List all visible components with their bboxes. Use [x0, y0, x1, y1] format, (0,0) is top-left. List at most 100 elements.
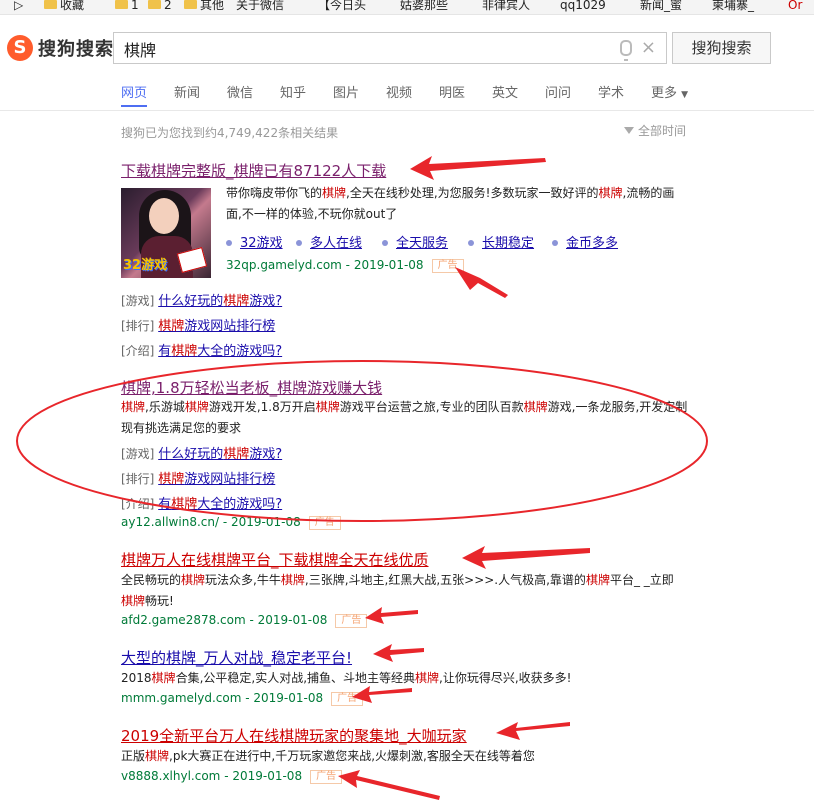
- bookmark-or[interactable]: Or: [788, 0, 802, 11]
- keyword-highlight: 棋牌: [151, 671, 176, 685]
- result-count: 搜狗已为您找到约4,749,422条相关结果: [121, 126, 339, 140]
- folder-icon: [184, 0, 197, 9]
- keyword-highlight: 棋牌: [171, 344, 198, 359]
- annotation-arrow: [410, 156, 546, 180]
- search-input[interactable]: [122, 33, 616, 65]
- sublink[interactable]: 什么好玩的棋牌游戏?: [158, 447, 282, 462]
- result-title[interactable]: 棋牌,1.8万轻松当老板_棋牌游戏赚大钱: [121, 377, 382, 398]
- annotation-arrow: [373, 644, 424, 662]
- annotation-arrow: [338, 770, 440, 800]
- sublink[interactable]: 什么好玩的棋牌游戏?: [158, 294, 282, 309]
- result-sublink: [排行] 棋牌游戏网站排行榜: [121, 319, 276, 334]
- bullet-icon: [382, 240, 388, 246]
- result-sublink: [游戏] 什么好玩的棋牌游戏?: [121, 447, 283, 462]
- bookmark-other[interactable]: 其他: [184, 0, 224, 11]
- caret-down-icon: ▼: [681, 90, 689, 100]
- sogou-logo[interactable]: S 搜狗搜索: [7, 35, 114, 61]
- search-button[interactable]: 搜狗搜索: [672, 32, 771, 64]
- keyword-highlight: 棋牌: [181, 573, 206, 587]
- result-sublink: [排行] 棋牌游戏网站排行榜: [121, 472, 276, 487]
- result-tag-link[interactable]: 32游戏: [226, 232, 283, 251]
- result-sublink: [游戏] 什么好玩的棋牌游戏?: [121, 294, 283, 309]
- tab-news[interactable]: 新闻: [174, 82, 200, 101]
- bookmark-1[interactable]: 1: [115, 0, 139, 11]
- bookmark-real-people[interactable]: 非律宾人: [482, 0, 530, 11]
- sublink[interactable]: 棋牌游戏网站排行榜: [158, 472, 275, 487]
- result-title[interactable]: 大型的棋牌_万人对战_稳定老平台!: [121, 647, 352, 668]
- tab-images[interactable]: 图片: [333, 82, 359, 101]
- keyword-highlight: 棋牌: [121, 594, 146, 608]
- sogou-logo-icon: S: [7, 35, 33, 61]
- bullet-icon: [468, 240, 474, 246]
- bookmark-cambodia[interactable]: 柬埔寨_: [712, 0, 754, 11]
- result-url[interactable]: afd2.game2878.com - 2019-01-08 广告: [121, 613, 368, 628]
- header-divider: [0, 110, 814, 111]
- ad-badge: 广告: [431, 259, 464, 273]
- keyword-highlight: 棋牌: [523, 400, 548, 414]
- time-filter[interactable]: 全部时间: [624, 122, 686, 139]
- logo-text: 搜狗搜索: [38, 39, 114, 60]
- ad-badge: 广告: [335, 614, 368, 628]
- ad-badge: 广告: [308, 516, 341, 530]
- result-description: 2018棋牌合集,公平稳定,实人对战,捕鱼、斗地主等经典棋牌,让你玩得尽兴,收获…: [121, 671, 572, 685]
- result-tag-link[interactable]: 全天服务: [382, 232, 448, 251]
- result-title[interactable]: 下载棋牌完整版_棋牌已有87122人下载: [121, 160, 386, 181]
- result-title[interactable]: 棋牌万人在线棋牌平台_下载棋牌全天在线优质: [121, 549, 429, 570]
- ad-badge: 广告: [331, 692, 364, 706]
- tab-scholar[interactable]: 学术: [598, 82, 624, 101]
- folder-icon: [115, 0, 128, 9]
- tab-more[interactable]: 更多 ▼: [651, 82, 688, 101]
- bookmark-wechat[interactable]: 关于微信: [236, 0, 284, 11]
- result-url[interactable]: mmm.gamelyd.com - 2019-01-08 广告: [121, 691, 364, 706]
- bookmark-popo[interactable]: 姑婆那些: [400, 0, 448, 11]
- result-tag-link[interactable]: 多人在线: [296, 232, 362, 251]
- bookmark-qq[interactable]: qq1029: [560, 0, 606, 11]
- keyword-highlight: 棋牌: [280, 573, 305, 587]
- tab-english[interactable]: 英文: [492, 82, 518, 101]
- bullet-icon: [552, 240, 558, 246]
- tab-medical[interactable]: 明医: [439, 82, 465, 101]
- ad-badge: 广告: [310, 770, 343, 784]
- result-url[interactable]: 32qp.gamelyd.com - 2019-01-08 广告: [226, 258, 464, 273]
- result-sublink: [介绍] 有棋牌大全的游戏吗?: [121, 497, 283, 512]
- result-description: 棋牌,乐游城棋牌游戏开发,1.8万开启棋牌游戏平台运营之旅,专业的团队百款棋牌游…: [121, 400, 688, 435]
- keyword-highlight: 棋牌: [598, 186, 623, 200]
- result-url[interactable]: ay12.allwin8.cn/ - 2019-01-08 广告: [121, 515, 341, 530]
- tab-web[interactable]: 网页: [121, 82, 148, 107]
- bookmark-toutiao[interactable]: 【今日头: [318, 0, 366, 11]
- sublink[interactable]: 有棋牌大全的游戏吗?: [158, 344, 282, 359]
- result-thumbnail[interactable]: 32游戏: [121, 188, 211, 278]
- bookmark-toggle[interactable]: ▷: [14, 0, 23, 11]
- result-url[interactable]: v8888.xlhyl.com - 2019-01-08 广告: [121, 769, 343, 784]
- sublink[interactable]: 棋牌游戏网站排行榜: [158, 319, 275, 334]
- bullet-icon: [296, 240, 302, 246]
- bookmark-2[interactable]: 2: [148, 0, 172, 11]
- keyword-highlight: 棋牌: [315, 400, 340, 414]
- result-description: 带你嗨皮带你飞的棋牌,全天在线秒处理,为您服务!多数玩家一致好评的棋牌,流畅的画…: [226, 186, 675, 221]
- result-description: 全民畅玩的棋牌玩法众多,牛牛棋牌,三张牌,斗地主,红黑大战,五张>>>.人气极高…: [121, 573, 674, 608]
- result-title[interactable]: 2019全新平台万人在线棋牌玩家的聚集地_大咖玩家: [121, 725, 467, 746]
- keyword-highlight: 棋牌: [585, 573, 610, 587]
- sublink[interactable]: 有棋牌大全的游戏吗?: [158, 497, 282, 512]
- result-tag-link[interactable]: 长期稳定: [468, 232, 534, 251]
- microphone-icon[interactable]: [620, 40, 632, 61]
- clear-icon[interactable]: ×: [641, 37, 656, 59]
- bookmark-news[interactable]: 新闻_蜜: [640, 0, 682, 11]
- tab-wenwen[interactable]: 问问: [545, 82, 571, 101]
- keyword-highlight: 棋牌: [223, 294, 250, 309]
- bookmark-favorites[interactable]: 收藏: [44, 0, 84, 11]
- tab-zhihu[interactable]: 知乎: [280, 82, 306, 101]
- thumbnail-label: 32游戏: [123, 258, 168, 273]
- tab-video[interactable]: 视频: [386, 82, 412, 101]
- result-tag-link[interactable]: 金币多多: [552, 232, 618, 251]
- tab-wechat[interactable]: 微信: [227, 82, 253, 101]
- filter-icon: [624, 127, 634, 134]
- keyword-highlight: 棋牌: [184, 400, 209, 414]
- keyword-highlight: 棋牌: [223, 447, 250, 462]
- folder-icon: [44, 0, 57, 9]
- keyword-highlight: 棋牌: [145, 749, 170, 763]
- result-description: 正版棋牌,pk大赛正在进行中,千万玩家邀您来战,火爆刺激,客服全天在线等着您: [121, 749, 535, 763]
- keyword-highlight: 棋牌: [415, 671, 440, 685]
- keyword-highlight: 棋牌: [158, 319, 185, 334]
- bookmarks-bar: ▷ 收藏 1 2 其他 关于微信 【今日头 姑婆那些 非律宾人 qq1029 新…: [0, 0, 814, 15]
